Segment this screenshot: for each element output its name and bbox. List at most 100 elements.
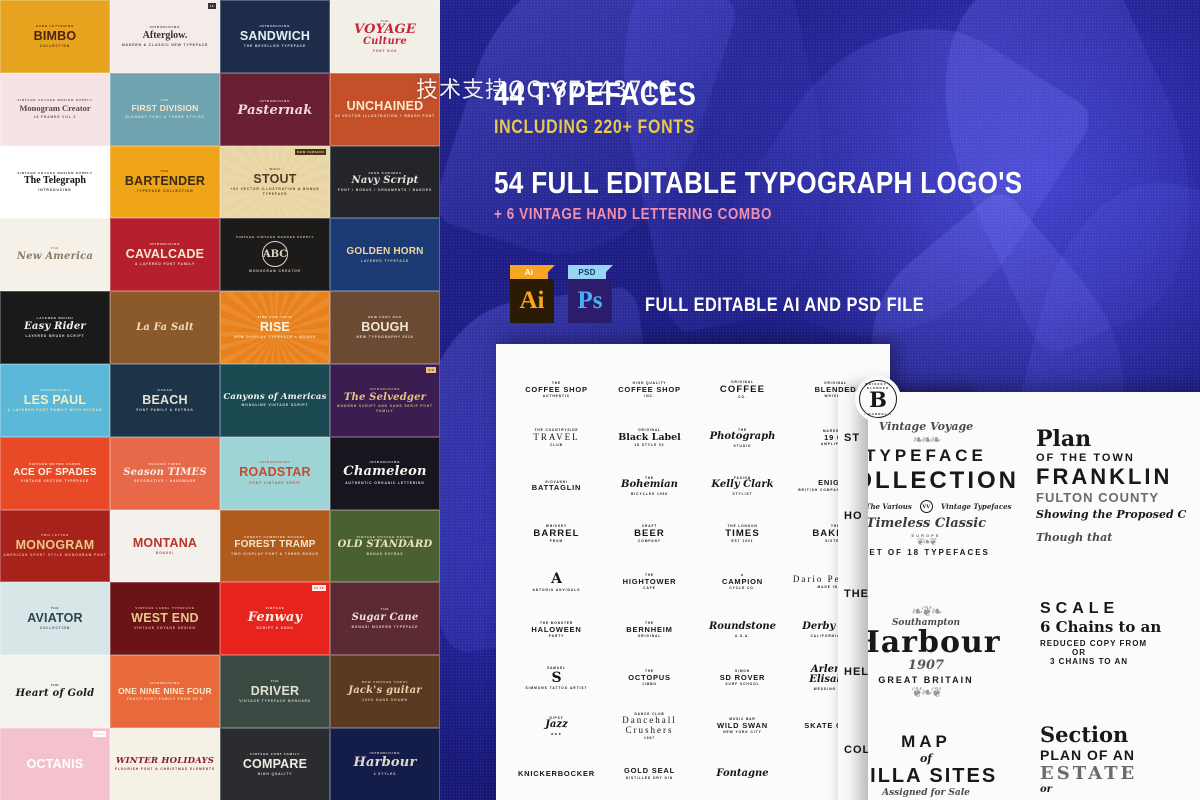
logo-item[interactable]: GOLD SEAL Distilled Dry Gin	[603, 750, 696, 798]
font-card-eyebrow: THE	[160, 98, 170, 103]
font-card[interactable]: NEW FONT DUO BOUGH NEW TYPOGRAPHY 2018	[330, 291, 440, 364]
font-card[interactable]: WINTER HOLIDAYS FLOURISH FONT & CHRISTMAS…	[110, 727, 220, 800]
font-card[interactable]: THE AVIATOR COLLECTION	[0, 582, 110, 656]
logo-item[interactable]: DANCE CLUB Dancehall Crushers 1967	[603, 702, 696, 750]
scale-line-3: OR	[1072, 648, 1086, 657]
logo-item[interactable]: THE COFFEE SHOP AUTHENTIC	[510, 366, 603, 414]
logo-item[interactable]: SAMUEL S SIMMONS TATTOO ARTIST	[510, 654, 603, 702]
harbour-bottom: GREAT BRITAIN	[878, 675, 974, 685]
font-card[interactable]: VINTAGE VOYAGE DESIGN SUPPLY The Telegrap…	[0, 145, 110, 219]
font-card[interactable]: INTRODUCING Chameleon AUTHENTIC ORGANIC LE…	[330, 436, 440, 510]
font-card[interactable]: INTRODUCING Pasternak	[220, 72, 330, 146]
font-card[interactable]: FOREST CAMPFIRE SCHOOL FOREST TRAMP TWO DI…	[220, 509, 330, 583]
font-card[interactable]: La Fa Salt	[110, 291, 220, 364]
font-card-title: ONE NINE NINE FOUR	[118, 685, 212, 696]
font-card[interactable]: Canyons of Americas MONOLINE VINTAGE SCRI…	[220, 363, 330, 437]
font-card-subtitle: MONOGRAM CREATOR	[249, 269, 301, 274]
font-card[interactable]: TIME FOR YOUR RISE NEW DISPLAY TYPEFACE + …	[220, 291, 330, 364]
font-card[interactable]: JOHN KARIMOV Navy Script FONT / BONUS / OR…	[330, 145, 440, 219]
font-card[interactable]: THE FIRST DIVISION ELEGANT FONT & THREE ST…	[110, 72, 220, 146]
logo-item[interactable]: THE OCTOPUS Jimbo	[603, 654, 696, 702]
font-card-title: Afterglow.	[142, 29, 188, 41]
font-card[interactable]: VINTAGE VINTAGE BADGES SUPPLY ABC MONOGRAM…	[220, 218, 330, 292]
font-card-eyebrow: HAND LETTERING	[35, 23, 75, 28]
logo-item[interactable]: THE Bohemian BICYCLES 1956	[603, 462, 696, 510]
logo-item[interactable]: THE BERNHEIM ORIGINAL	[603, 606, 696, 654]
font-card[interactable]: LAYERED BRUSH Easy Rider LAYERED BRUSH SCR…	[0, 291, 110, 364]
logo-item[interactable]: MUSIC BAR WILD SWAN NEW YORK CITY	[696, 702, 789, 750]
logo-item[interactable]: SIMON SD ROVER SURF SCHOOL	[696, 654, 789, 702]
logo-item[interactable]: WHISKEY BARREL FROM	[510, 510, 603, 558]
font-card[interactable]: GOLDEN HORN LAYERED TYPEFACE	[330, 218, 440, 292]
logo-item[interactable]: The HIGHTOWER CAFE	[603, 558, 696, 606]
logo-item[interactable]: THE MONSTER HALOWEEN PARTY	[510, 606, 603, 654]
font-card[interactable]: SEASON TIMES Season TIMES DECORATIVE / HAN…	[110, 436, 220, 510]
font-card[interactable]: INTRODUCING ONE NINE NINE FOUR FANCY FONT-…	[110, 655, 220, 728]
font-card-title: BOUGH	[361, 319, 409, 334]
logo-item[interactable]: Roundstone U.S.A.	[696, 606, 789, 654]
font-card[interactable]: TWO LETTER MONOGRAM AMERICAN SPORT STYLE M…	[0, 509, 110, 583]
logo-item[interactable]: CRAFT BEER COMPANY	[603, 510, 696, 558]
font-card[interactable]: 12 INTRODUCING Afterglow. MODERN & CLASSIC …	[110, 0, 220, 73]
franklin-main: FRANKLIN	[1036, 464, 1173, 489]
logo-item[interactable]: Fontagne	[696, 750, 789, 798]
font-card[interactable]: INTRODUCING LES PAUL A LAYERED FONT FAMILY…	[0, 363, 110, 437]
font-card[interactable]: VINTAGE VOYAGE DESIGN OLD STANDARD BONUS E…	[330, 509, 440, 583]
font-card-subtitle: MODERN & CLASSIC NEW TYPEFACE	[121, 42, 209, 47]
logo-item[interactable]: THE COUNTRYSIDE TRAVEL CLUB	[510, 414, 603, 462]
file-format-icons: Ai Ai PSD Ps	[510, 265, 613, 323]
font-card[interactable]: 2/2 INTRODUCING The Selvedger MODERN SCRIPT…	[330, 363, 440, 437]
logo-item[interactable]: KNICKERBOCKER	[510, 750, 603, 798]
logo-sub-text: ORIGINAL	[637, 634, 662, 639]
logo-item[interactable]: ★ CAMPION CYCLE CO.	[696, 558, 789, 606]
font-card-eyebrow: VINTAGE LABEL TYPEFACE	[135, 606, 195, 611]
logo-item[interactable]: FASION Kelly Clark STYLIST	[696, 462, 789, 510]
font-card-eyebrow: THE	[50, 606, 60, 611]
logo-item[interactable]: Original COFFEE CO.	[696, 366, 789, 414]
font-card[interactable]: THE DRIVER VINTAGE TYPEFACE BONUSES	[220, 655, 330, 728]
font-card-badge: 2/2	[426, 366, 436, 373]
logo-item[interactable]: A ANTONIO ANVIDALO	[510, 558, 603, 606]
font-card[interactable]: INTRODUCING CAVALCADE A LAYERED FONT FAMIL…	[110, 218, 220, 292]
logo-item[interactable]: GIOVANNI BATTAGLIN	[510, 462, 603, 510]
font-card[interactable]: NEW VERSION - RICH - STOUT +50 VECTOR ILLUS…	[220, 145, 330, 219]
logo-sub-text: AUTHENTIC	[542, 394, 571, 399]
font-card[interactable]: - VINTAGE FONT FAMILY - COMPARE HIGH QUALI…	[220, 727, 330, 800]
font-card[interactable]: VINTAGE RETRO CARDS ACE OF SPADES VINTAGE …	[0, 436, 110, 510]
logo-item[interactable]: GIPSY Jazz ★★★	[510, 702, 603, 750]
mid-panel-fragment: HEL	[844, 666, 869, 678]
font-card[interactable]: THE New America	[0, 218, 110, 292]
font-card[interactable]: MONTANA BONUS!	[110, 509, 220, 583]
font-card[interactable]: INTRODUCING ROADSTAR FONT VINTAGE SERIF	[220, 436, 330, 510]
franklin-script-1: Showing the Proposed C	[1036, 508, 1187, 521]
badge-ring-bottom-text: • BARREL •	[864, 412, 892, 416]
font-card[interactable]: THE BARTENDER TYPEFACE COLLECTION	[110, 145, 220, 219]
font-card-eyebrow: VINTAGE RETRO CARDS	[28, 461, 82, 466]
font-card[interactable]: INTRODUCING SANDWICH THE BEVELLED TYPEFACE	[220, 0, 330, 73]
logo-main-text: Kelly Clark	[711, 479, 774, 491]
font-card[interactable]: NEW VINTAGE TODAY Jack's guitar 100% HAND …	[330, 655, 440, 728]
franklin-script-2: Though that	[1036, 531, 1113, 544]
font-card[interactable]: THE VOYAGE Culture FONT DUO	[330, 0, 440, 73]
vintage-section-block: Section PLAN of an ESTATE or	[1040, 722, 1137, 795]
logo-sub-text: INC.	[644, 394, 655, 399]
logo-item[interactable]: THE LONDON TIMES EST 1901	[696, 510, 789, 558]
logo-item[interactable]: THE Photograph STUDIO	[696, 414, 789, 462]
font-preview-grid: HAND LETTERING BIMBO COLLECTION 12 INTRODUCI…	[0, 0, 440, 800]
font-card-title: UNCHAINED	[346, 98, 424, 113]
font-card-subtitle: AUTHENTIC ORGANIC LETTERING	[345, 480, 425, 485]
logo-item[interactable]: ORIGINAL Black Label 18 STYLE 92	[603, 414, 696, 462]
logo-main-text: COFFEE SHOP	[618, 384, 681, 394]
font-card[interactable]: VINTAGE LABEL TYPEFACE WEST END VINTAGE VO…	[110, 582, 220, 656]
font-card[interactable]: OCEAN BEACH FONT FAMILY & EXTRAS	[110, 363, 220, 437]
font-card[interactable]: INTRODUCING Harbour 4 STYLES	[330, 727, 440, 800]
font-card[interactable]: 19 12 VINTAGE Fenway SCRIPT & SANS	[220, 582, 330, 656]
font-card[interactable]: THE Heart of Gold	[0, 655, 110, 728]
font-card[interactable]: VINTAGE VOYAGE DESIGN SUPPLY Monogram Cre…	[0, 72, 110, 146]
font-card[interactable]: THE Sugar Cane BONUS! MODERN TYPEFACE	[330, 582, 440, 656]
font-card[interactable]: HAND LETTERING BIMBO COLLECTION	[0, 0, 110, 73]
logo-item[interactable]: HIGH QUALITY COFFEE SHOP INC.	[603, 366, 696, 414]
logo-main-text: Black Label	[618, 431, 681, 443]
font-card[interactable]: -50% OCTANIS	[0, 727, 110, 800]
logo-main-text: CAMPION	[721, 576, 764, 586]
